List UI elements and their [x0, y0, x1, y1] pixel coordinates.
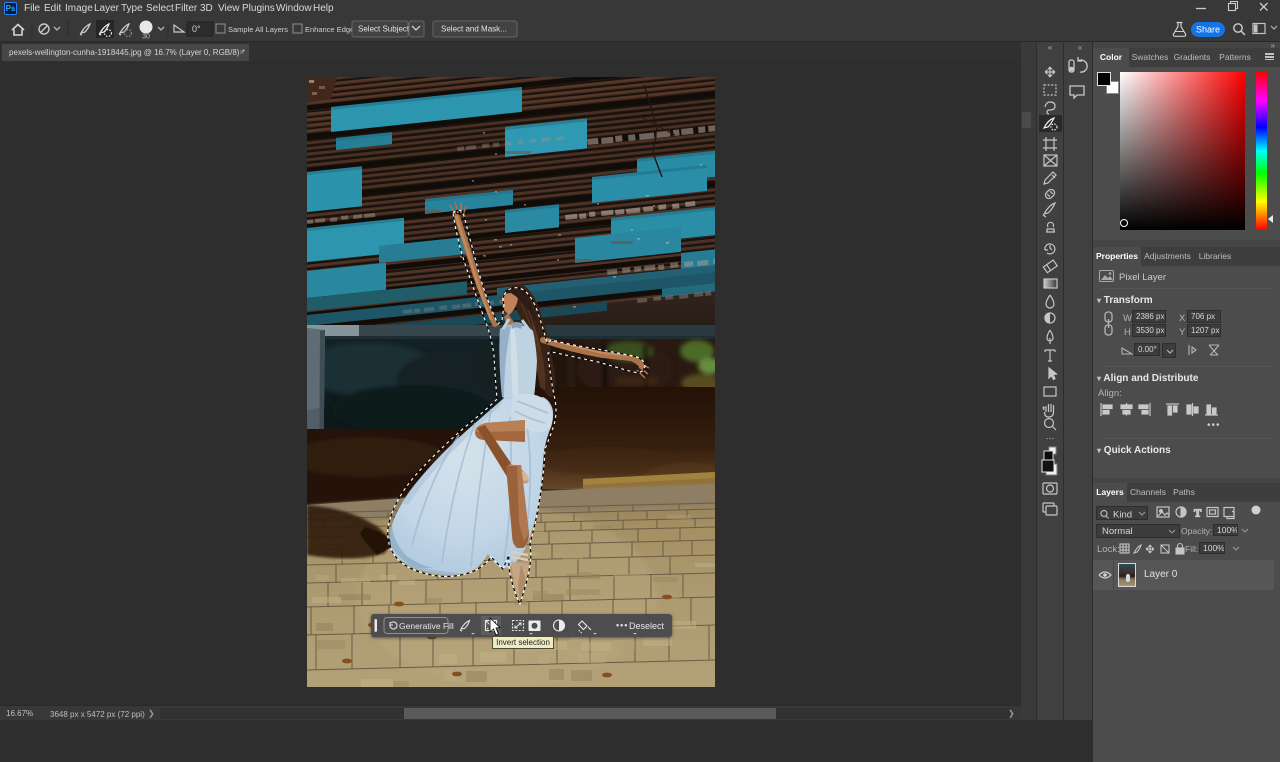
svg-text:Enhance Edge: Enhance Edge — [305, 25, 354, 34]
svg-text:30: 30 — [142, 34, 150, 41]
svg-text:Share: Share — [1196, 25, 1220, 35]
svg-text:«: « — [1048, 43, 1053, 52]
svg-text:⋯: ⋯ — [1046, 433, 1055, 443]
svg-text:Deselect: Deselect — [629, 621, 665, 631]
svg-text:0°: 0° — [192, 24, 201, 34]
svg-text:T: T — [1194, 508, 1202, 520]
svg-text:Sample All Layers: Sample All Layers — [228, 25, 288, 34]
svg-text:Select and Mask...: Select and Mask... — [441, 25, 507, 34]
svg-text:«: « — [1078, 43, 1083, 52]
svg-text:•••: ••• — [616, 621, 628, 631]
svg-text:Kind: Kind — [1113, 510, 1132, 521]
svg-text:Generative Fill: Generative Fill — [399, 621, 454, 631]
svg-text:Select Subject: Select Subject — [358, 25, 410, 34]
